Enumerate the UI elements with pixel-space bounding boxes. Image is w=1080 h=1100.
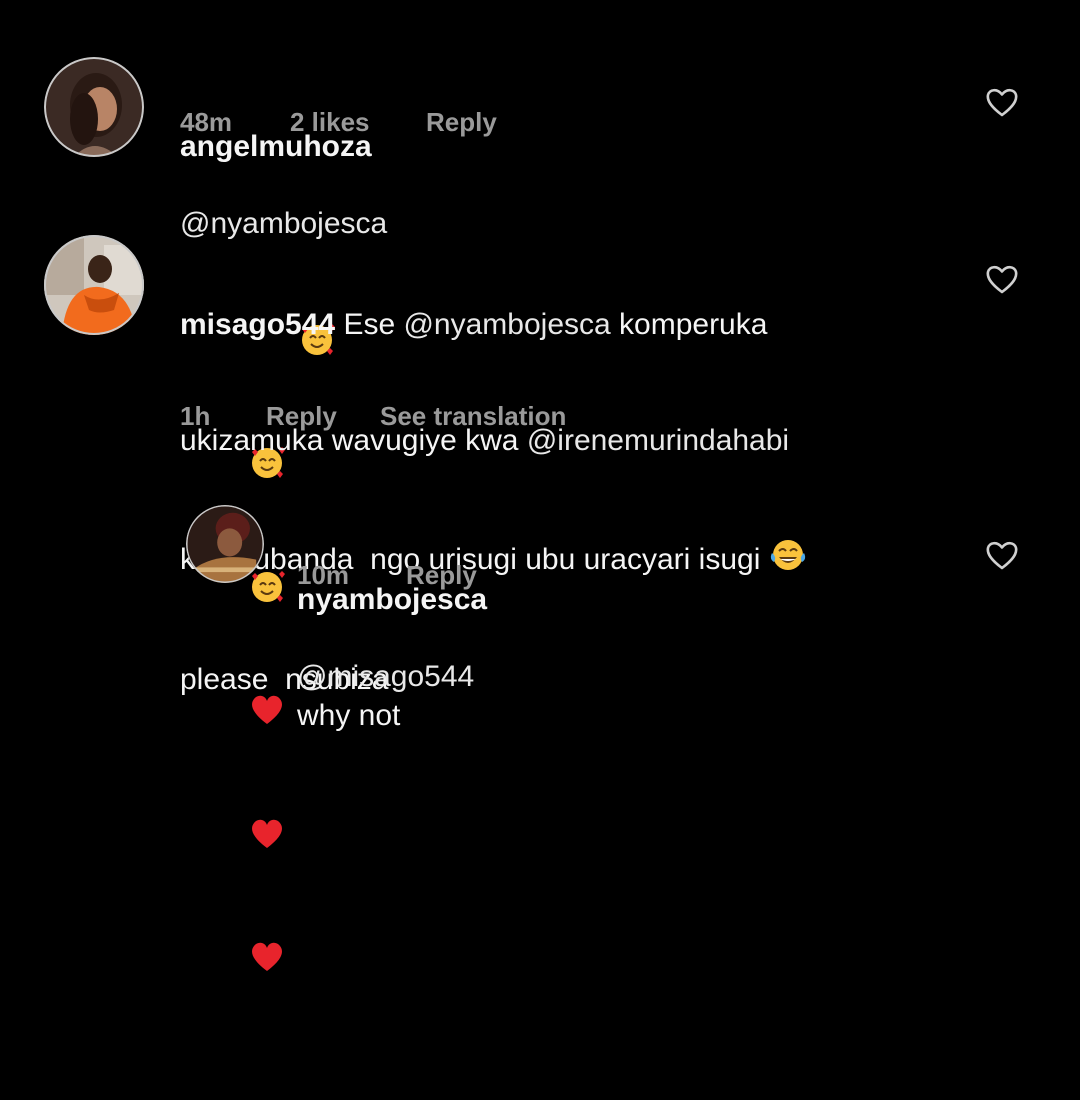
- comment-line: please nsubiza: [180, 662, 389, 696]
- avatar-angelmuhoza[interactable]: [44, 57, 144, 157]
- red-heart-icon: [180, 776, 287, 900]
- like-heart-icon[interactable]: [985, 538, 1019, 572]
- comment-line: misago544 Ese @nyambojesca komperuka: [180, 306, 900, 345]
- comment-time: 48m: [180, 107, 233, 137]
- comment-meta: 1h Reply See translation: [180, 401, 566, 432]
- avatar-image: [44, 57, 144, 157]
- comment-text: misago544 Ese @nyambojesca komperuka uki…: [180, 229, 900, 776]
- comment-time: 1h: [180, 401, 211, 431]
- comment-meta: 48m 2 likes Reply: [180, 107, 497, 138]
- red-heart-icon: [180, 900, 287, 1024]
- comment-text-segment: komperuka: [610, 308, 768, 341]
- reply-button[interactable]: Reply: [406, 560, 477, 591]
- face-with-tears-of-joy-icon: [769, 537, 807, 584]
- avatar-image: [186, 505, 264, 583]
- see-translation-button[interactable]: See translation: [380, 401, 566, 432]
- like-heart-icon[interactable]: [985, 85, 1019, 119]
- avatar-image: [44, 235, 144, 335]
- likes-count-link[interactable]: 2 likes: [290, 107, 426, 138]
- avatar-misago544[interactable]: [44, 235, 144, 335]
- comment-line: kukarubanda ngo urisugi ubu uracyari isu…: [180, 537, 900, 584]
- comment-username[interactable]: misago544: [180, 308, 335, 341]
- comment-mention[interactable]: @nyambojesca: [403, 308, 610, 341]
- reply-button[interactable]: Reply: [426, 107, 497, 138]
- comment-mention[interactable]: @misago544: [297, 660, 474, 693]
- comment-meta: 10m Reply: [297, 560, 477, 591]
- reply-button[interactable]: Reply: [266, 401, 380, 432]
- like-heart-icon[interactable]: [985, 262, 1019, 296]
- comment-text: nyambojesca @misago544 why not: [297, 504, 487, 774]
- comment-time: 10m: [297, 560, 350, 590]
- comment-text-segment: Ese: [343, 308, 404, 341]
- avatar-nyambojesca[interactable]: [186, 505, 264, 583]
